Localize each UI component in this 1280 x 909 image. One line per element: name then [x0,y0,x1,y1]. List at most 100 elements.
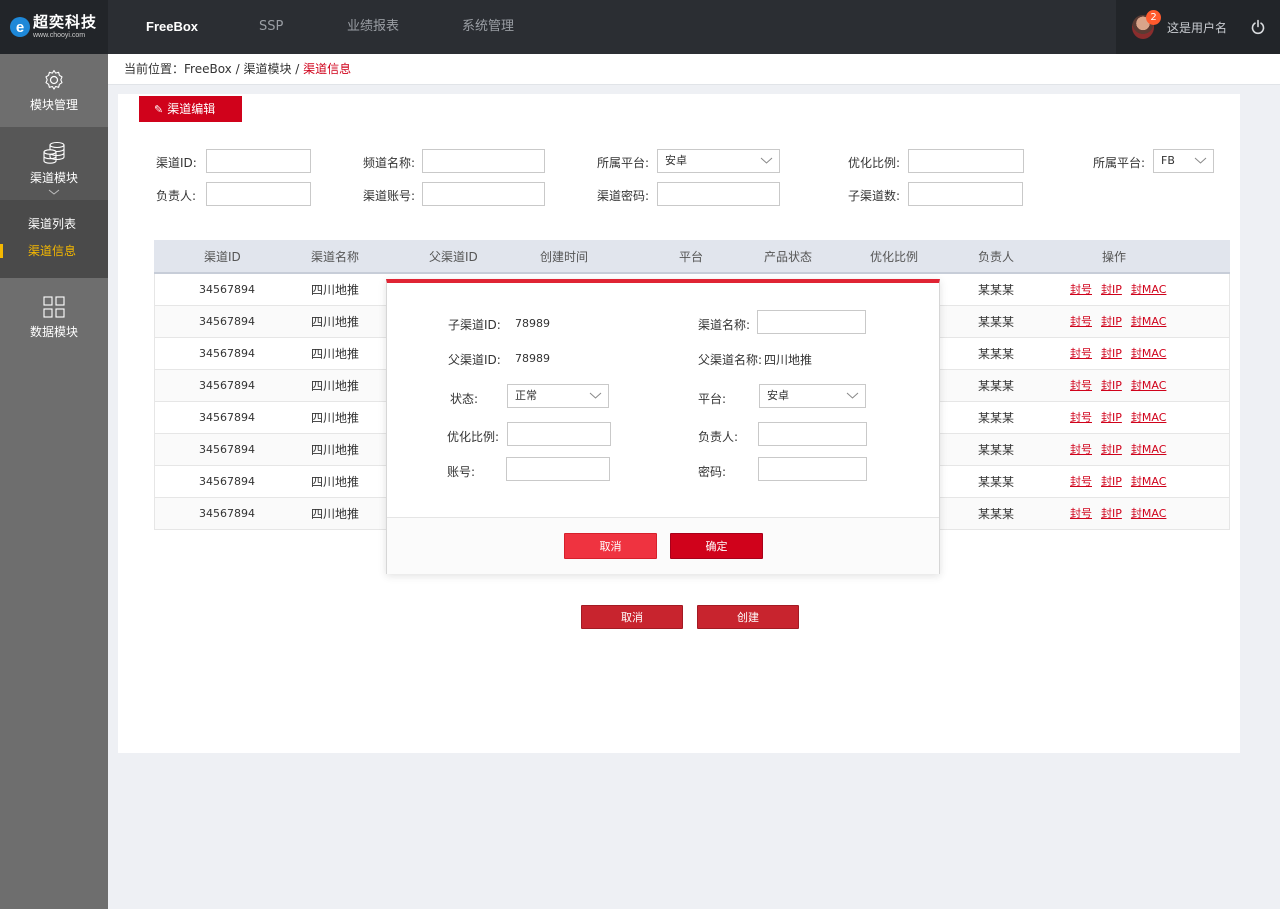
filter-owner-input[interactable] [206,182,311,206]
brand-logo[interactable]: e 超奕科技 www.chooyi.com [0,0,108,54]
sidebar-item-module-management[interactable]: 模块管理 [0,54,108,127]
ban-mac-link[interactable]: 封MAC [1131,411,1167,424]
nav-freebox[interactable]: FreeBox [146,0,198,54]
ban-account-link[interactable]: 封号 [1070,443,1092,456]
cell-channel-name: 四川地推 [311,507,360,521]
modal-footer: 取消 确定 [387,517,939,574]
sidebar-item-data-module[interactable]: 数据模块 [0,278,108,351]
ban-account-link[interactable]: 封号 [1070,379,1092,392]
modal-owner-label: 负责人: [698,430,739,444]
cell-channel-name: 四川地推 [311,411,360,425]
filter-platform2-label: 所属平台: [1093,156,1146,170]
cell-channel-id: 34567894 [199,379,255,392]
cell-owner: 某某某 [978,411,1015,425]
ban-account-link[interactable]: 封号 [1070,475,1092,488]
nav-system-management[interactable]: 系统管理 [462,0,514,54]
filter-channel-name-label: 频道名称: [363,156,416,170]
filter-channel-name-input[interactable] [422,149,545,173]
ban-mac-link[interactable]: 封MAC [1131,315,1167,328]
cell-operations: 封号 封IP 封MAC [1070,466,1175,498]
ban-mac-link[interactable]: 封MAC [1131,379,1167,392]
modal-sub-id-value: 78989 [515,317,550,330]
tab-channel-edit[interactable]: ✎ 渠道编辑 [139,96,242,122]
grid-icon [43,296,65,318]
filter-password-input[interactable] [657,182,780,206]
cell-owner: 某某某 [978,475,1015,489]
cell-channel-name: 四川地推 [311,379,360,393]
column-header: 产品状态 [764,250,813,264]
sidebar-item-channel-info[interactable]: 渠道信息 [0,238,108,264]
ban-account-link[interactable]: 封号 [1070,347,1092,360]
modal-password-input[interactable] [758,457,867,481]
cell-owner: 某某某 [978,347,1015,361]
filter-platform-select[interactable]: 安卓 [657,149,780,173]
modal-owner-input[interactable] [758,422,867,446]
table-header: 渠道ID 渠道名称 父渠道ID 创建时间 平台 产品状态 优化比例 负责人 操作 [154,240,1230,274]
ban-account-link[interactable]: 封号 [1070,411,1092,424]
modal-status-select[interactable]: 正常 [507,384,609,408]
filter-channel-id-input[interactable] [206,149,311,173]
filter-ratio-input[interactable] [908,149,1024,173]
filter-platform2-select[interactable]: FB [1153,149,1214,173]
modal-ratio-label: 优化比例: [447,430,500,444]
ban-ip-link[interactable]: 封IP [1101,475,1122,488]
modal-confirm-button[interactable]: 确定 [670,533,763,559]
modal-status-label: 状态: [450,392,479,406]
cancel-button[interactable]: 取消 [581,605,683,629]
database-icon [43,141,65,164]
ban-ip-link[interactable]: 封IP [1101,283,1122,296]
cell-channel-name: 四川地推 [311,283,360,297]
chevron-down-icon [846,392,859,399]
notification-badge[interactable]: 2 [1146,10,1161,25]
filter-account-input[interactable] [422,182,545,206]
filter-platform-value: 安卓 [665,154,687,167]
cell-channel-id: 34567894 [199,443,255,456]
chevron-down-icon [760,157,773,164]
ban-mac-link[interactable]: 封MAC [1131,283,1167,296]
sidebar-label-channel-module: 渠道模块 [29,171,78,185]
modal-platform-select[interactable]: 安卓 [759,384,866,408]
ban-account-link[interactable]: 封号 [1070,283,1092,296]
cell-operations: 封号 封IP 封MAC [1070,402,1175,434]
modal-ratio-input[interactable] [507,422,611,446]
modal-name-input[interactable] [757,310,866,334]
create-button[interactable]: 创建 [697,605,799,629]
ban-mac-link[interactable]: 封MAC [1131,443,1167,456]
modal-cancel-button[interactable]: 取消 [564,533,657,559]
column-header: 渠道名称 [311,250,360,264]
ban-ip-link[interactable]: 封IP [1101,347,1122,360]
ban-account-link[interactable]: 封号 [1070,507,1092,520]
cell-channel-id: 34567894 [199,315,255,328]
breadcrumb-root[interactable]: FreeBox [184,62,232,76]
ban-ip-link[interactable]: 封IP [1101,379,1122,392]
cell-channel-name: 四川地推 [311,347,360,361]
column-header: 操作 [1102,250,1127,264]
ban-mac-link[interactable]: 封MAC [1131,475,1167,488]
column-header: 渠道ID [204,250,241,264]
breadcrumb-current: 渠道信息 [303,62,352,76]
ban-ip-link[interactable]: 封IP [1101,411,1122,424]
sidebar-item-channel-module[interactable]: 渠道模块 [0,127,108,200]
ban-ip-link[interactable]: 封IP [1101,443,1122,456]
nav-performance-report[interactable]: 业绩报表 [347,0,399,54]
modal-account-input[interactable] [506,457,610,481]
nav-ssp[interactable]: SSP [259,0,283,54]
cell-operations: 封号 封IP 封MAC [1070,434,1175,466]
ban-ip-link[interactable]: 封IP [1101,315,1122,328]
ban-mac-link[interactable]: 封MAC [1131,347,1167,360]
column-header: 平台 [679,250,704,264]
ban-account-link[interactable]: 封号 [1070,315,1092,328]
filter-password-label: 渠道密码: [597,189,650,203]
breadcrumb-separator: / [231,62,244,76]
cell-owner: 某某某 [978,283,1015,297]
ban-mac-link[interactable]: 封MAC [1131,507,1167,520]
cell-channel-id: 34567894 [199,507,255,520]
edit-sub-channel-modal: 子渠道ID: 78989 渠道名称: 父渠道ID: 78989 父渠道名称: 四… [386,279,940,574]
sidebar-item-channel-list[interactable]: 渠道列表 [0,211,108,237]
breadcrumb-module[interactable]: 渠道模块 [243,62,291,76]
username[interactable]: 这是用户名 [1167,19,1227,36]
filter-sub-count-input[interactable] [908,182,1023,206]
pencil-icon: ✎ [154,103,164,116]
ban-ip-link[interactable]: 封IP [1101,507,1122,520]
power-icon[interactable] [1250,19,1266,35]
